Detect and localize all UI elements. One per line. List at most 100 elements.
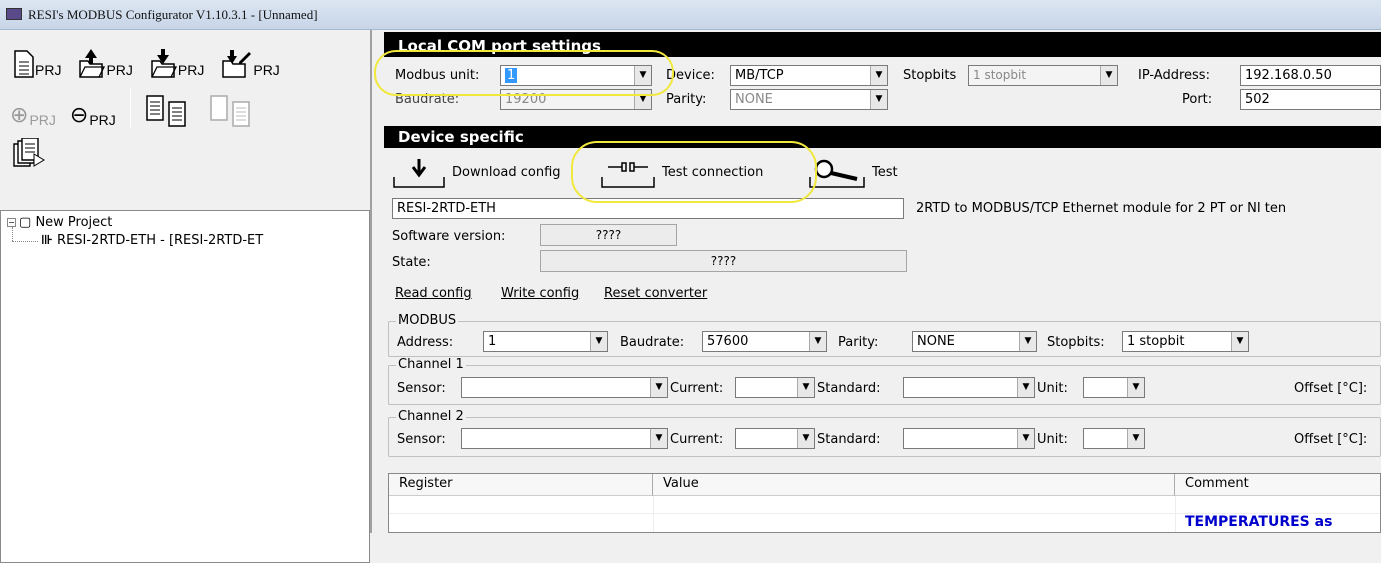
channel1-unit-label: Unit:	[1037, 381, 1068, 396]
reset-converter-link[interactable]: Reset converter	[604, 286, 707, 301]
read-config-link[interactable]: Read config	[395, 286, 472, 301]
add-project-icon: ⊕	[10, 103, 29, 128]
project-icon: ▢	[19, 215, 32, 230]
software-version-label: Software version:	[392, 229, 506, 244]
channel2-standard-select[interactable]: ▼	[903, 428, 1035, 449]
modbus-stopbits-select[interactable]: 1 stopbit ▼	[1122, 331, 1249, 352]
port-label: Port:	[1182, 92, 1213, 107]
channel1-sensor-label: Sensor:	[397, 381, 446, 396]
new-project-icon	[14, 50, 34, 78]
tree-root-project[interactable]: − ▢ New Project	[7, 215, 112, 230]
open-project-button[interactable]: PRJ	[79, 38, 133, 78]
chevron-down-icon[interactable]: ▼	[870, 90, 887, 109]
add-project-button[interactable]: ⊕ PRJ	[10, 88, 56, 128]
state-label: State:	[392, 255, 431, 270]
channel1-standard-select[interactable]: ▼	[903, 377, 1035, 398]
table-header-comment[interactable]: Comment	[1175, 474, 1380, 496]
app-icon	[6, 8, 22, 20]
channel2-unit-select[interactable]: ▼	[1083, 428, 1145, 449]
prj-label: PRJ	[177, 62, 205, 78]
save-project-button[interactable]: PRJ	[151, 38, 204, 78]
highlight-modbus-unit	[374, 50, 674, 96]
modbus-address-value: 1	[488, 334, 497, 349]
modbus-address-select[interactable]: 1 ▼	[483, 331, 608, 352]
stopbits-select[interactable]: 1 stopbit ▼	[968, 65, 1118, 86]
modbus-baudrate-label: Baudrate:	[620, 335, 685, 350]
highlight-test-connection	[571, 141, 817, 203]
stopbits-value: 1 stopbit	[973, 68, 1027, 82]
tree-root-label: New Project	[35, 215, 113, 230]
chevron-down-icon[interactable]: ▼	[870, 66, 887, 85]
read-config-label: Read config	[395, 286, 472, 301]
table-row[interactable]	[389, 496, 1380, 514]
channel2-title: Channel 2	[396, 409, 466, 424]
device-value: MB/TCP	[735, 68, 784, 83]
save-as-project-icon	[222, 50, 252, 78]
parity-select[interactable]: NONE ▼	[730, 89, 888, 110]
state-value: ????	[540, 250, 907, 272]
software-version-value: ????	[540, 224, 677, 246]
modbus-stopbits-label: Stopbits:	[1047, 335, 1105, 350]
channel2-current-select[interactable]: ▼	[735, 428, 815, 449]
modbus-parity-select[interactable]: NONE ▼	[912, 331, 1037, 352]
table-column-divider	[1175, 496, 1176, 532]
chevron-down-icon[interactable]: ▼	[1231, 332, 1248, 351]
collapse-icon[interactable]: −	[7, 218, 16, 227]
table-header-value[interactable]: Value	[653, 474, 1175, 496]
table-column-divider	[653, 496, 654, 532]
prj-label: PRJ	[35, 62, 62, 78]
table-header-register[interactable]: Register	[389, 474, 653, 496]
chevron-down-icon[interactable]: ▼	[590, 332, 607, 351]
chevron-down-icon[interactable]: ▼	[1100, 66, 1117, 85]
open-project-icon	[79, 49, 106, 78]
save-as-project-button[interactable]: PRJ	[222, 38, 280, 78]
channel2-offset-label: Offset [°C]:	[1294, 432, 1368, 447]
write-config-link[interactable]: Write config	[501, 286, 579, 301]
modbus-parity-label: Parity:	[838, 335, 879, 350]
documents-icon	[13, 137, 45, 167]
copy-device-icon	[146, 95, 186, 127]
test-button[interactable]: Test	[808, 155, 898, 189]
channel1-current-select[interactable]: ▼	[735, 377, 815, 398]
chevron-down-icon[interactable]: ▼	[1019, 332, 1036, 351]
chevron-down-icon[interactable]: ▼	[1017, 429, 1034, 448]
project-pane: PRJ PRJ PRJ PRJ ⊕ PRJ ⊖ PRJ − ▢ New Proj…	[0, 30, 372, 563]
download-config-button[interactable]: Download config	[392, 155, 561, 189]
prj-label: PRJ	[89, 112, 116, 128]
chevron-down-icon[interactable]: ▼	[797, 429, 814, 448]
device-select[interactable]: MB/TCP ▼	[730, 65, 888, 86]
tree-item-device[interactable]: ⊪ RESI-2RTD-ETH - [RESI-2RTD-ET	[41, 233, 263, 248]
download-arrow-icon	[393, 159, 445, 188]
channel1-unit-select[interactable]: ▼	[1083, 377, 1145, 398]
new-project-button[interactable]: PRJ	[14, 38, 61, 78]
chevron-down-icon[interactable]: ▼	[1017, 378, 1034, 397]
chevron-down-icon[interactable]: ▼	[1127, 429, 1144, 448]
parity-value: NONE	[735, 92, 773, 107]
port-input[interactable]: 502	[1240, 89, 1381, 110]
chevron-down-icon[interactable]: ▼	[650, 429, 667, 448]
ip-address-input[interactable]: 192.168.0.50	[1240, 65, 1381, 86]
paste-device-button[interactable]	[209, 88, 259, 128]
project-tree[interactable]: − ▢ New Project ⊪ RESI-2RTD-ETH - [RESI-2…	[0, 210, 370, 563]
title-bar: RESI's MODBUS Configurator V1.10.3.1 - […	[0, 0, 1381, 30]
project-toolbar-row1: PRJ PRJ PRJ PRJ	[14, 38, 280, 78]
reset-converter-label: Reset converter	[604, 286, 708, 301]
tree-line	[12, 241, 38, 242]
write-config-label: Write config	[501, 286, 580, 301]
chevron-down-icon[interactable]: ▼	[650, 378, 667, 397]
chevron-down-icon[interactable]: ▼	[809, 332, 826, 351]
modbus-baudrate-select[interactable]: 57600 ▼	[702, 331, 827, 352]
chevron-down-icon[interactable]: ▼	[1127, 378, 1144, 397]
multi-document-button[interactable]	[12, 137, 46, 176]
channel2-sensor-select[interactable]: ▼	[461, 428, 668, 449]
chevron-down-icon[interactable]: ▼	[797, 378, 814, 397]
copy-device-button[interactable]	[145, 88, 195, 128]
modbus-address-label: Address:	[397, 335, 454, 350]
channel2-unit-label: Unit:	[1037, 432, 1068, 447]
download-config-label: Download config	[452, 164, 561, 180]
remove-project-button[interactable]: ⊖ PRJ	[70, 88, 116, 128]
register-table[interactable]: Register Value Comment TEMPERATURES as	[388, 473, 1381, 533]
table-row-comment: TEMPERATURES as	[1185, 514, 1333, 530]
prj-label: PRJ	[106, 62, 133, 78]
channel1-sensor-select[interactable]: ▼	[461, 377, 668, 398]
